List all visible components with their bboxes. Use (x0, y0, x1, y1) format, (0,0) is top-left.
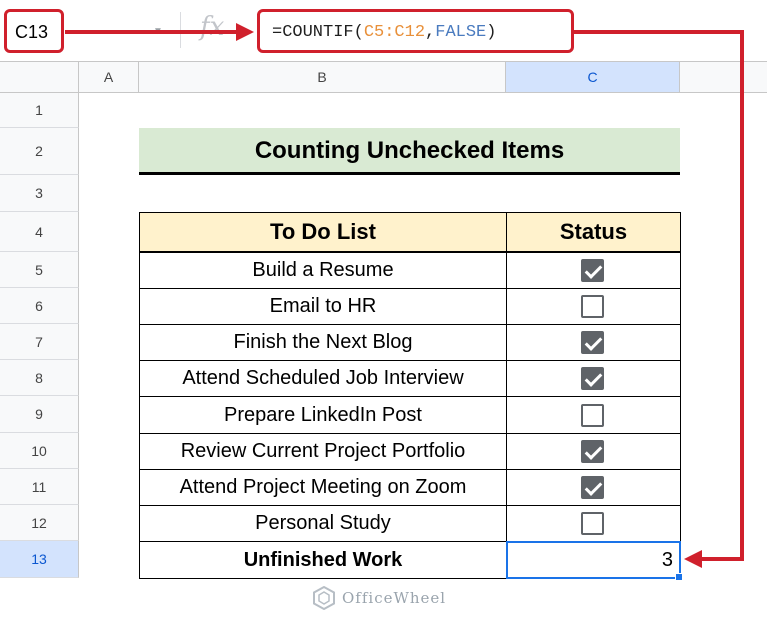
formula-input[interactable]: =COUNTIF(C5:C12,FALSE) (257, 9, 574, 53)
select-all-corner[interactable] (0, 62, 79, 93)
header-to-do-list[interactable]: To Do List (139, 212, 507, 252)
officewheel-logo-icon (313, 586, 335, 610)
sheet-title[interactable]: Counting Unchecked Items (139, 128, 680, 175)
task-cell[interactable]: Attend Scheduled Job Interview (139, 360, 507, 397)
task-cell[interactable]: Finish the Next Blog (139, 324, 507, 361)
checkbox-checked[interactable] (581, 476, 604, 499)
checkbox-checked[interactable] (581, 367, 604, 390)
row-header-3[interactable]: 3 (0, 175, 79, 212)
row-header-13[interactable]: 13 (0, 541, 79, 578)
row-header-6[interactable]: 6 (0, 288, 79, 324)
formula-prefix: =COUNTIF( (272, 23, 364, 42)
watermark-text: OfficeWheel (342, 589, 447, 607)
row-header-2[interactable]: 2 (0, 128, 79, 175)
row-header-1[interactable]: 1 (0, 93, 79, 128)
column-header-d[interactable] (680, 62, 767, 93)
status-cell (506, 288, 681, 325)
row-header-11[interactable]: 11 (0, 469, 79, 505)
status-cell (506, 252, 681, 289)
formula-text: =COUNTIF(C5:C12,FALSE) (272, 23, 496, 42)
checkbox-unchecked[interactable] (581, 512, 604, 535)
task-cell[interactable]: Attend Project Meeting on Zoom (139, 469, 507, 506)
fill-handle[interactable] (675, 573, 683, 581)
status-cell (506, 324, 681, 361)
checkbox-checked[interactable] (581, 440, 604, 463)
checkbox-unchecked[interactable] (581, 295, 604, 318)
column-header-b[interactable]: B (139, 62, 506, 93)
row-header-4[interactable]: 4 (0, 212, 79, 252)
task-cell[interactable]: Email to HR (139, 288, 507, 325)
row-header-8[interactable]: 8 (0, 360, 79, 396)
fx-icon: fx (200, 12, 225, 42)
summary-label[interactable]: Unfinished Work (139, 541, 507, 579)
status-cell (506, 469, 681, 506)
formula-range: C5:C12 (363, 23, 426, 42)
formula-bar: C13 ▼ fx =COUNTIF(C5:C12,FALSE) (0, 0, 767, 62)
checkbox-unchecked[interactable] (581, 404, 604, 427)
status-cell (506, 396, 681, 434)
task-cell[interactable]: Personal Study (139, 505, 507, 542)
formula-arg: FALSE (435, 23, 487, 42)
column-header-a[interactable]: A (79, 62, 139, 93)
name-box-value: C13 (15, 22, 49, 42)
header-status[interactable]: Status (506, 212, 681, 252)
task-cell[interactable]: Build a Resume (139, 252, 507, 289)
name-box[interactable]: C13 (4, 9, 64, 53)
row-header-9[interactable]: 9 (0, 396, 79, 433)
formula-bar-divider (180, 12, 181, 48)
row-header-10[interactable]: 10 (0, 433, 79, 469)
status-cell (506, 505, 681, 542)
task-cell[interactable]: Review Current Project Portfolio (139, 433, 507, 470)
checkbox-checked[interactable] (581, 331, 604, 354)
checkbox-checked[interactable] (581, 259, 604, 282)
row-header-7[interactable]: 7 (0, 324, 79, 360)
arrow-head-result (684, 550, 702, 568)
summary-value-cell[interactable]: 3 (506, 541, 681, 579)
column-header-c[interactable]: C (506, 62, 680, 93)
row-header-12[interactable]: 12 (0, 505, 79, 541)
status-cell (506, 360, 681, 397)
formula-comma: , (425, 23, 436, 42)
row-header-5[interactable]: 5 (0, 252, 79, 288)
task-cell[interactable]: Prepare LinkedIn Post (139, 396, 507, 434)
formula-suffix: ) (486, 23, 497, 42)
status-cell (506, 433, 681, 470)
name-box-dropdown-icon[interactable]: ▼ (153, 26, 163, 37)
